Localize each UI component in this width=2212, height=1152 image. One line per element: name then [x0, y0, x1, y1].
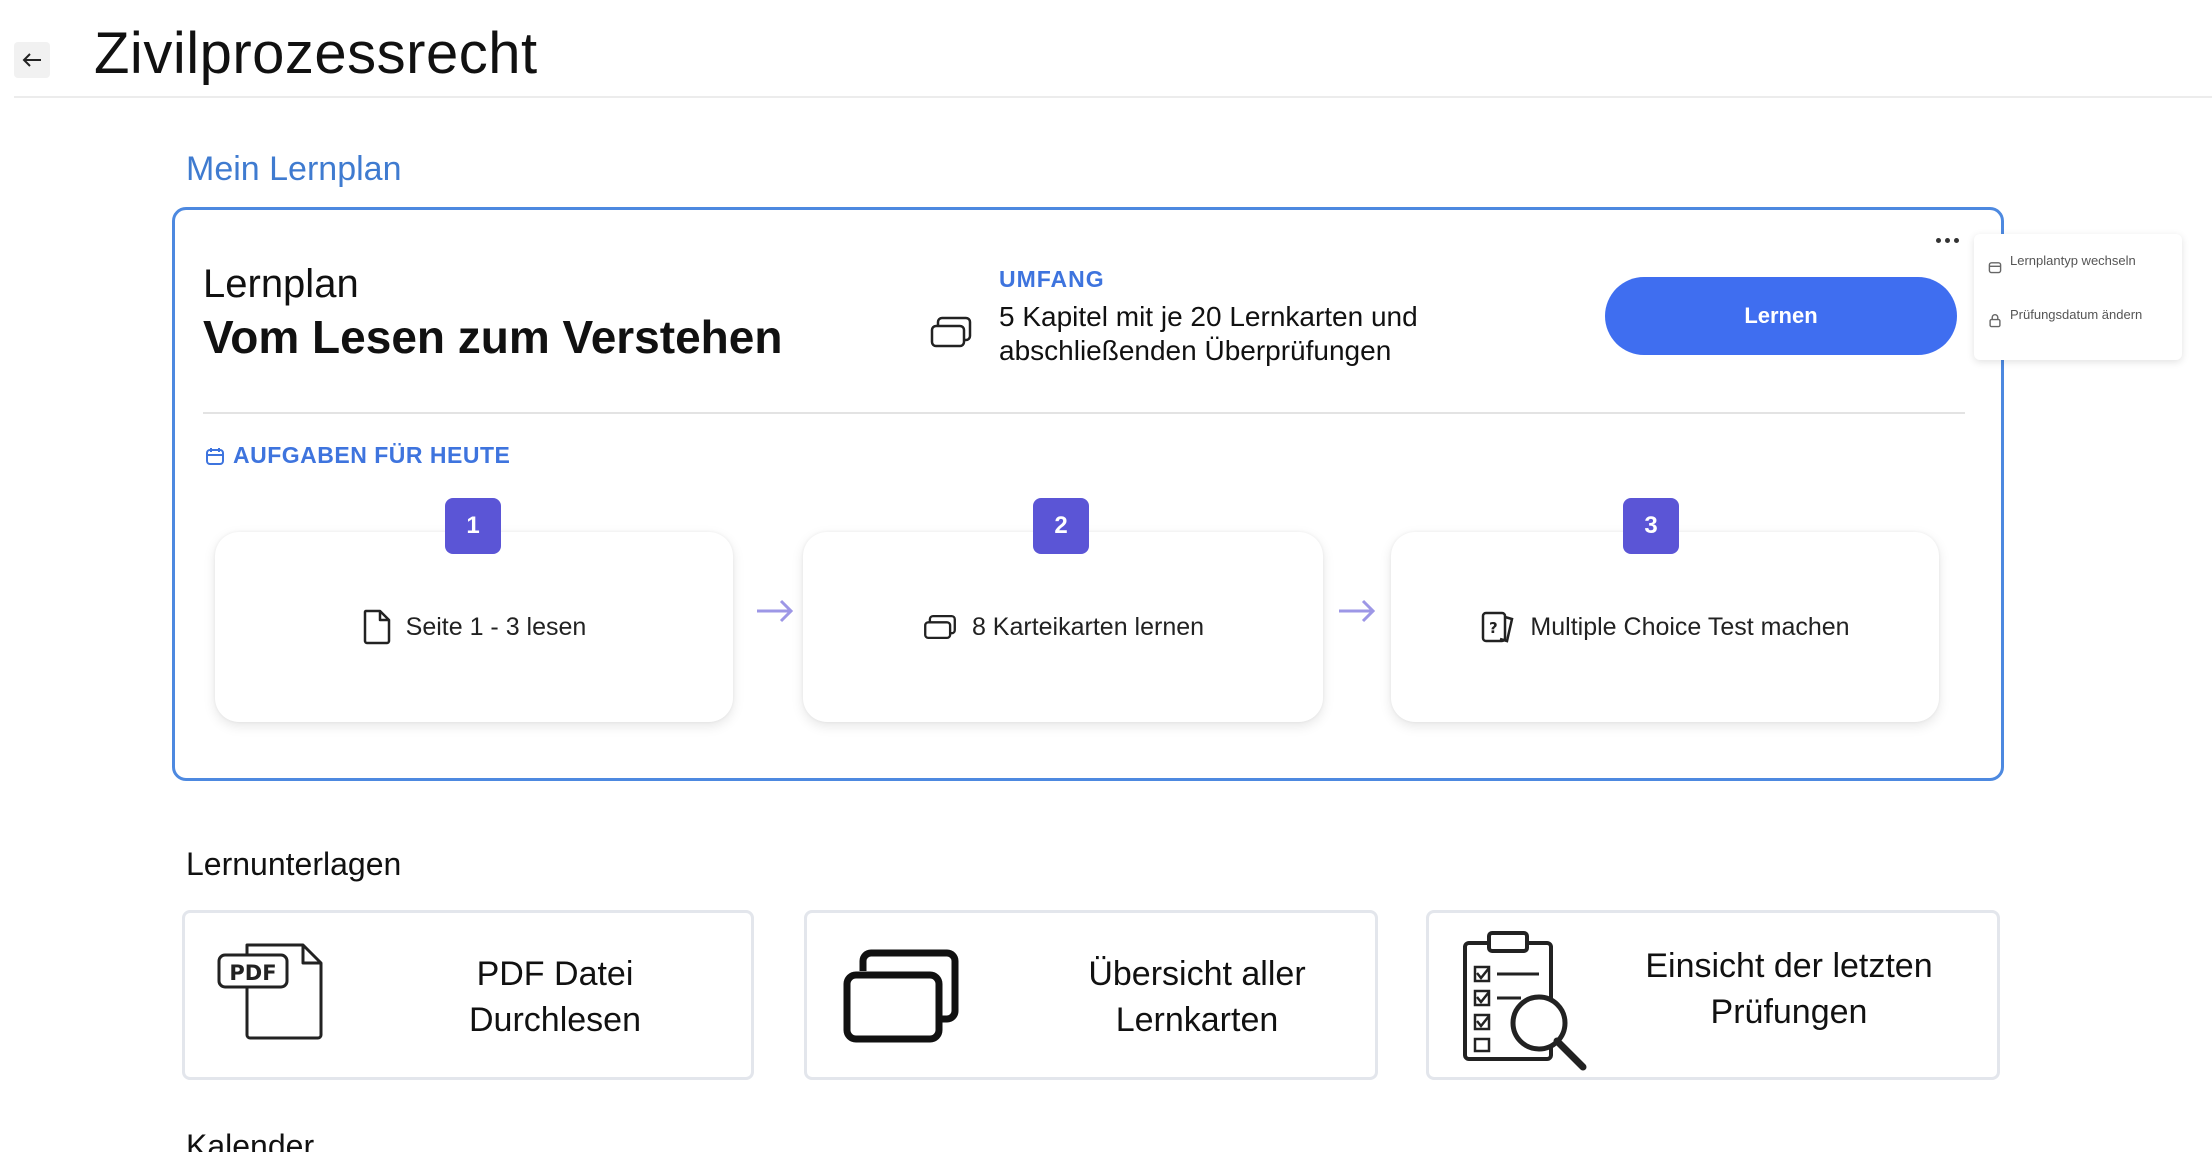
- plan-divider: [203, 412, 1965, 414]
- pdf-label: PDF: [229, 961, 276, 985]
- pdf-file-icon: PDF: [217, 943, 323, 1040]
- flashcards-icon: [930, 316, 972, 348]
- learn-button[interactable]: Lernen: [1605, 277, 1957, 355]
- plan-options-menu: Lernplantyp wechseln Prüfungsdatum änder…: [1974, 234, 2182, 360]
- menu-item-label: Lernplantyp wechseln: [2010, 253, 2136, 268]
- calendar-heading: Kalender: [186, 1128, 315, 1152]
- calendar-icon: [206, 447, 224, 465]
- materials-heading: Lernunterlagen: [186, 846, 402, 882]
- task-label: Multiple Choice Test machen: [1530, 612, 1850, 641]
- material-card-pdf[interactable]: PDF PDF Datei Durchlesen: [182, 910, 754, 1080]
- page-title: Zivilprozessrecht: [94, 21, 538, 86]
- clipboard-search-icon: [1463, 931, 1587, 1071]
- flashcards-icon: [843, 949, 959, 1043]
- quiz-cards-icon: ?: [1482, 611, 1514, 643]
- back-button[interactable]: [14, 42, 50, 78]
- menu-item-change-exam-date[interactable]: Prüfungsdatum ändern: [1988, 308, 2160, 328]
- tasks-heading: AUFGABEN FÜR HEUTE: [205, 442, 510, 469]
- material-card-label: Einsicht der letzten Prüfungen: [1609, 943, 1969, 1035]
- scope-heading: UMFANG: [999, 266, 1105, 292]
- learning-plan-card: Lernplan Vom Lesen zum Verstehen UMFANG …: [172, 207, 2004, 781]
- menu-item-label: Prüfungsdatum ändern: [2010, 307, 2143, 322]
- plan-label: Lernplan: [203, 262, 359, 306]
- label-line: PDF Datei: [476, 955, 634, 993]
- header-divider: [14, 96, 2212, 98]
- arrow-right-icon: [757, 599, 794, 623]
- arrow-right-icon: [1339, 599, 1376, 623]
- arrow-left-icon: [22, 53, 41, 67]
- menu-item-change-plan-type[interactable]: Lernplantyp wechseln: [1988, 254, 2160, 274]
- label-line: Lernkarten: [1115, 1001, 1279, 1039]
- label-line: Einsicht der letzten: [1645, 947, 1933, 985]
- lock-icon: [1989, 314, 2001, 328]
- document-icon: [363, 609, 390, 645]
- task-card-3[interactable]: ? Multiple Choice Test machen: [1391, 532, 1939, 722]
- task-number-badge: 2: [1033, 498, 1089, 554]
- material-card-exams[interactable]: Einsicht der letzten Prüfungen: [1426, 910, 2000, 1080]
- task-card-2[interactable]: 8 Karteikarten lernen: [803, 532, 1323, 722]
- flashcards-icon: [924, 614, 956, 640]
- tasks-heading-label: AUFGABEN FÜR HEUTE: [233, 442, 511, 468]
- task-card-1[interactable]: Seite 1 - 3 lesen: [215, 532, 733, 722]
- task-number-badge: 1: [445, 498, 501, 554]
- scope-text: 5 Kapitel mit je 20 Lernkarten und absch…: [999, 301, 1418, 366]
- material-card-flashcards[interactable]: Übersicht aller Lernkarten: [804, 910, 1378, 1080]
- svg-text:?: ?: [1489, 619, 1498, 637]
- label-line: Durchlesen: [469, 1001, 641, 1039]
- plan-name: Vom Lesen zum Verstehen: [203, 311, 783, 363]
- calendar-icon: [1988, 262, 2002, 274]
- task-label: Seite 1 - 3 lesen: [405, 612, 587, 641]
- task-number-badge: 3: [1623, 498, 1679, 554]
- my-learning-plan-link[interactable]: Mein Lernplan: [186, 150, 401, 189]
- material-card-label: PDF Datei Durchlesen: [405, 951, 705, 1043]
- more-options-icon[interactable]: [1927, 226, 1967, 254]
- material-card-label: Übersicht aller Lernkarten: [1047, 951, 1347, 1043]
- label-line: Übersicht aller: [1088, 955, 1306, 993]
- label-line: Prüfungen: [1710, 993, 1868, 1031]
- task-label: 8 Karteikarten lernen: [971, 612, 1205, 641]
